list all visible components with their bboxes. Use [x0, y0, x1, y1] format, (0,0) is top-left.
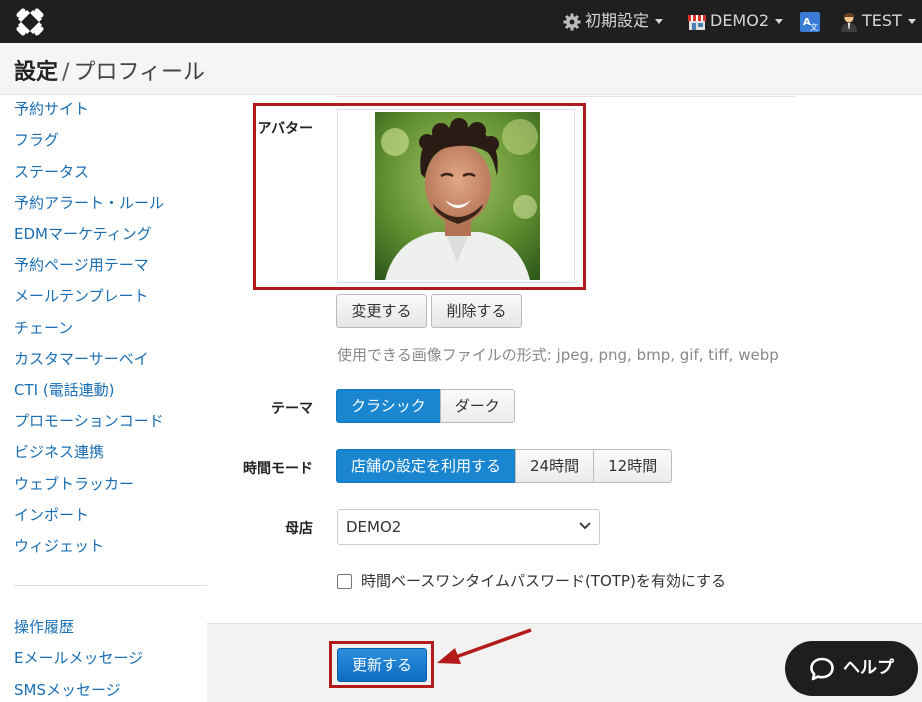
parent-store-value: DEMO2	[346, 518, 402, 536]
page-title: 設定 / プロフィール	[14, 54, 205, 86]
sidebar-item-web-tracker[interactable]: ウェブトラッカー	[14, 473, 134, 494]
sidebar-item-promotion-code[interactable]: プロモーションコード	[14, 410, 164, 431]
svg-text:文: 文	[810, 22, 818, 32]
gear-icon	[563, 13, 581, 30]
settings-menu-label: 初期設定	[585, 11, 650, 30]
theme-toggle: クラシック ダーク	[336, 389, 515, 423]
profile-form: アバター 変更する 削除する 使用できる画像ファイルの形式: jpeg, png…	[207, 96, 922, 702]
chevron-down-icon	[775, 19, 784, 24]
user-icon	[841, 12, 857, 32]
update-button[interactable]: 更新する	[337, 648, 427, 682]
translate-icon: A 文	[800, 11, 820, 32]
parent-store-label: 母店	[285, 521, 313, 537]
sidebar-item-widget[interactable]: ウィジェット	[14, 535, 104, 556]
theme-option-classic[interactable]: クラシック	[336, 389, 441, 423]
language-menu[interactable]: A 文	[800, 0, 824, 43]
chevron-down-icon	[579, 522, 591, 530]
help-button-label: ヘルプ	[843, 658, 894, 678]
sidebar-item-flags[interactable]: フラグ	[14, 129, 59, 150]
chat-bubble-icon	[810, 657, 834, 681]
page-header: 設定 / プロフィール	[0, 43, 922, 95]
delete-avatar-button[interactable]: 削除する	[431, 294, 522, 328]
change-avatar-button[interactable]: 変更する	[336, 294, 427, 328]
sidebar-item-reservation-site[interactable]: 予約サイト	[14, 98, 89, 119]
sidebar-item-status[interactable]: ステータス	[14, 161, 89, 182]
avatar-label: アバター	[257, 121, 313, 137]
page-title-main: 設定	[14, 60, 59, 85]
top-navbar: 初期設定 DEMO2 A 文 TEST	[0, 0, 922, 43]
file-format-hint: 使用できる画像ファイルの形式: jpeg, png, bmp, gif, tif…	[337, 346, 779, 364]
title-separator: /	[62, 60, 70, 85]
sidebar-item-email-messages[interactable]: Eメールメッセージ	[14, 647, 143, 668]
time-mode-toggle: 店舗の設定を利用する 24時間 12時間	[336, 449, 673, 483]
help-button[interactable]: ヘルプ	[785, 641, 918, 696]
sidebar-item-operation-history[interactable]: 操作履歴	[14, 616, 74, 637]
sidebar-item-chain[interactable]: チェーン	[14, 317, 73, 338]
sidebar-item-import[interactable]: インポート	[14, 504, 89, 525]
user-menu[interactable]: TEST	[840, 0, 916, 43]
chevron-down-icon	[655, 19, 664, 24]
time-mode-label: 時間モード	[243, 461, 313, 477]
sidebar-item-alert-rules[interactable]: 予約アラート・ルール	[14, 192, 164, 213]
sidebar-item-edm-marketing[interactable]: EDMマーケティング	[14, 223, 152, 244]
time-mode-option-24h[interactable]: 24時間	[515, 449, 595, 483]
parent-store-select[interactable]: DEMO2	[337, 509, 600, 545]
sidebar-item-customer-survey[interactable]: カスタマーサーベイ	[14, 348, 149, 369]
sidebar-item-business-integration[interactable]: ビジネス連携	[14, 441, 104, 462]
sidebar-divider	[14, 585, 207, 586]
store-menu[interactable]: DEMO2	[688, 0, 784, 43]
sidebar-item-mail-template[interactable]: メールテンプレート	[14, 285, 149, 306]
store-icon	[688, 14, 706, 30]
totp-checkbox-label[interactable]: 時間ベースワンタイムパスワード(TOTP)を有効にする	[361, 570, 726, 591]
sidebar-item-cti[interactable]: CTI (電話連動)	[14, 379, 115, 400]
pointer-arrow-icon	[437, 628, 532, 664]
avatar-photo	[375, 112, 540, 280]
sidebar: 予約サイト フラグ ステータス 予約アラート・ルール EDMマーケティング 予約…	[0, 96, 207, 702]
sidebar-item-page-theme[interactable]: 予約ページ用テーマ	[14, 254, 149, 275]
store-menu-label: DEMO2	[710, 11, 770, 30]
totp-checkbox[interactable]	[337, 574, 352, 589]
page-subtitle: プロフィール	[73, 60, 205, 85]
app-logo-icon[interactable]	[14, 6, 46, 38]
theme-option-dark[interactable]: ダーク	[439, 389, 515, 423]
sidebar-item-sms-messages[interactable]: SMSメッセージ	[14, 679, 121, 700]
time-mode-option-12h[interactable]: 12時間	[593, 449, 673, 483]
user-menu-label: TEST	[862, 11, 902, 30]
time-mode-option-store[interactable]: 店舗の設定を利用する	[336, 449, 517, 483]
theme-label: テーマ	[271, 401, 313, 417]
avatar-preview	[337, 109, 575, 283]
settings-menu[interactable]: 初期設定	[563, 0, 664, 43]
chevron-down-icon	[907, 19, 916, 24]
section-divider	[335, 96, 795, 97]
